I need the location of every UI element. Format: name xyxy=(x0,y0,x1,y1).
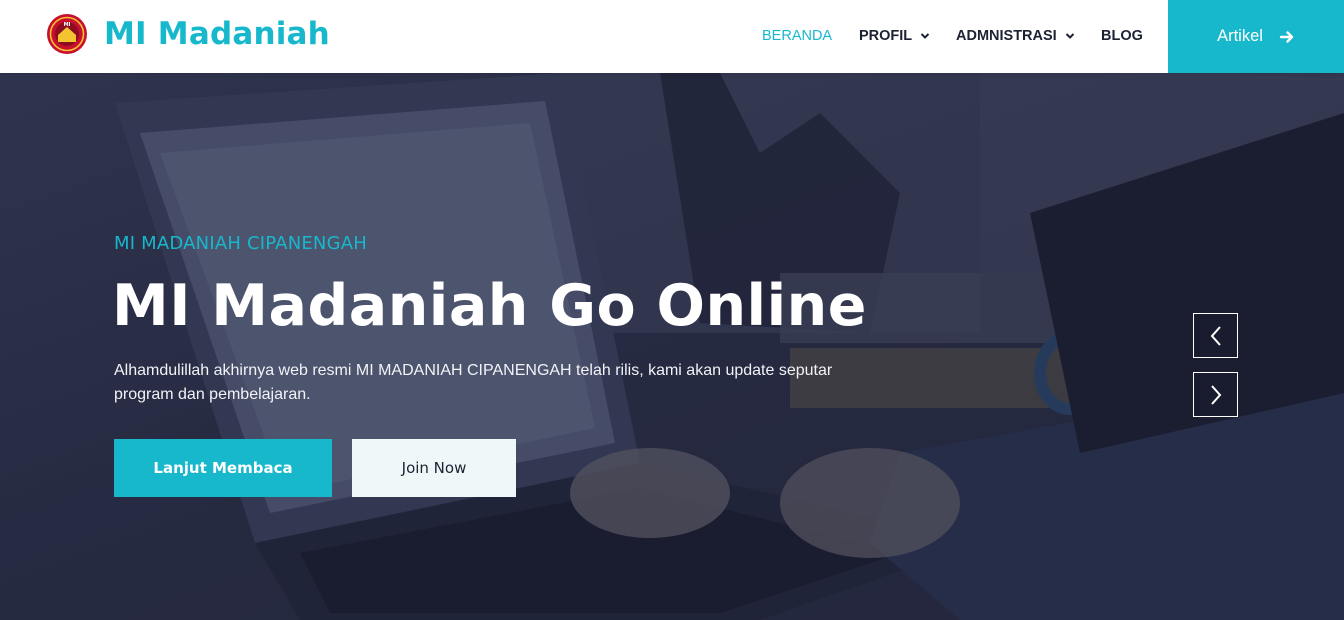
site-header: MI MI Madaniah BERANDA PROFIL ADMNISTRAS… xyxy=(0,0,1344,73)
hero-description: Alhamdulillah akhirnya web resmi MI MADA… xyxy=(114,362,833,403)
nav-label: BLOG xyxy=(1101,28,1143,44)
chevron-left-icon xyxy=(1210,325,1221,346)
slider-next-button[interactable] xyxy=(1193,372,1238,417)
hero-overlay xyxy=(0,73,1344,620)
nav-item-beranda[interactable]: BERANDA xyxy=(762,26,832,46)
arrow-right-icon xyxy=(1279,30,1294,43)
slider-prev-button[interactable] xyxy=(1193,313,1238,358)
artikel-label: Artikel xyxy=(1217,27,1263,45)
lanjut-membaca-button[interactable]: Lanjut Membaca xyxy=(114,439,332,497)
nav-item-blog[interactable]: BLOG xyxy=(1101,26,1143,46)
nav-item-profil[interactable]: PROFIL xyxy=(859,26,930,46)
chevron-down-icon xyxy=(920,33,930,39)
hero-slider: MI MADANIAH CIPANENGAH MI Madaniah Go On… xyxy=(0,73,1344,620)
nav-label: PROFIL xyxy=(859,28,913,44)
logo-text: MI xyxy=(64,22,71,28)
chevron-right-icon xyxy=(1210,384,1221,405)
hero-subtitle: MI MADANIAH CIPANENGAH xyxy=(114,233,367,254)
join-now-button[interactable]: Join Now xyxy=(352,439,516,497)
nav-item-admnistrasi[interactable]: ADMNISTRASI xyxy=(956,26,1075,46)
nav-label: BERANDA xyxy=(762,28,833,44)
brand-name[interactable]: MI Madaniah xyxy=(104,13,330,55)
brand[interactable]: MI MI Madaniah xyxy=(46,13,330,55)
hero-title: MI Madaniah Go Online xyxy=(112,273,867,339)
chevron-down-icon xyxy=(1065,33,1074,39)
artikel-button[interactable]: Artikel xyxy=(1168,0,1344,73)
nav-label: ADMNISTRASI xyxy=(956,28,1057,44)
school-logo-icon: MI xyxy=(47,14,87,54)
